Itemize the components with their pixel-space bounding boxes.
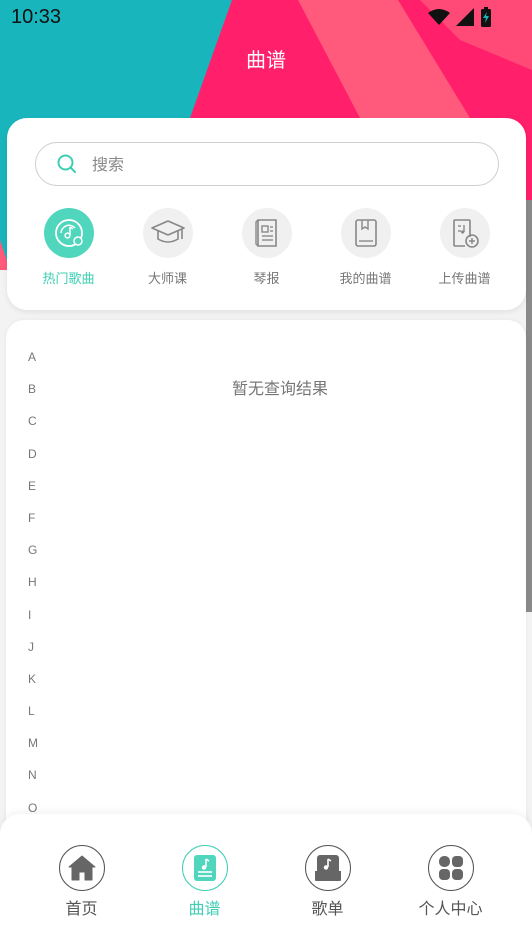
battery-icon [481,7,491,27]
nav-profile[interactable]: 个人中心 [389,845,512,919]
playlist-icon [314,855,341,881]
category-icon-circle [340,208,391,258]
index-letter[interactable]: E [28,479,38,511]
bookmark-book-icon [354,219,377,247]
index-letter[interactable]: D [28,447,38,479]
newspaper-icon [254,219,277,247]
nav-label: 曲谱 [188,899,221,918]
index-letter[interactable]: M [28,736,38,768]
category-piano-news[interactable]: 琴报 [217,208,316,287]
category-icon-circle [439,208,490,258]
scrollbar[interactable] [526,200,532,612]
category-label: 上传曲谱 [438,272,491,287]
category-icon-circle [142,208,193,258]
score-icon [193,855,216,881]
category-upload-score[interactable]: 上传曲谱 [415,208,514,287]
index-letter[interactable]: C [28,414,38,446]
nav-home[interactable]: 首页 [20,845,143,919]
upload-score-icon [452,219,479,248]
index-letter[interactable]: J [28,640,38,672]
nav-score[interactable]: 曲谱 [143,845,266,919]
home-icon [68,855,95,881]
nav-icon-circle [58,845,105,891]
nav-playlist[interactable]: 歌单 [266,845,389,919]
search-bar[interactable] [35,142,499,186]
page-title: 曲谱 [246,48,286,72]
category-row: 热门歌曲 大师课 琴报 我的曲谱 上传曲谱 [19,208,514,287]
category-label: 大师课 [147,272,187,287]
search-input[interactable] [92,151,472,177]
status-icons [428,7,492,27]
category-label: 热门歌曲 [42,272,95,287]
nav-icon-circle [181,845,228,891]
search-icon [57,154,76,173]
alphabet-index[interactable]: A B C D E F G H I J K L M N O [28,350,38,833]
wifi-icon [428,9,450,25]
index-letter[interactable]: K [28,672,38,704]
category-master-class[interactable]: 大师课 [118,208,217,287]
nav-icon-circle [427,845,474,891]
index-letter[interactable]: N [28,768,38,800]
category-icon-circle [241,208,292,258]
category-card: 热门歌曲 大师课 [7,118,526,310]
bottom-nav: 首页 曲谱 歌单 个人中心 [0,814,532,946]
index-letter[interactable]: L [28,704,38,736]
index-letter[interactable]: H [28,575,38,607]
category-my-scores[interactable]: 我的曲谱 [316,208,415,287]
nav-icon-circle [304,845,351,891]
status-bar: 10:33 [0,0,532,34]
status-time: 10:33 [11,6,62,28]
category-label: 琴报 [253,272,280,287]
index-letter[interactable]: G [28,543,38,575]
profile-grid-icon [438,856,463,880]
score-list-panel: A B C D E F G H I J K L M N O 暂无查询结果 [6,320,526,880]
category-label: 我的曲谱 [339,272,392,287]
signal-icon [456,8,474,26]
nav-label: 歌单 [311,899,344,918]
index-letter[interactable]: F [28,511,38,543]
nav-label: 个人中心 [418,899,483,918]
category-hot-songs[interactable]: 热门歌曲 [19,208,118,287]
hot-songs-icon [54,219,83,247]
empty-state-message: 暂无查询结果 [231,379,328,398]
nav-label: 首页 [65,899,98,918]
index-letter[interactable]: I [28,608,38,640]
category-icon-circle [43,208,94,258]
graduation-cap-icon [150,220,185,243]
